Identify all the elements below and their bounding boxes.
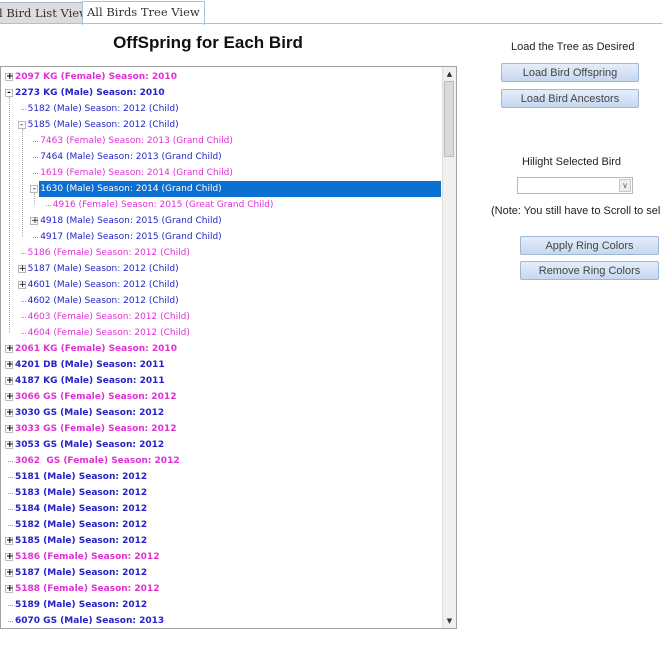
tree-connector-line [20,317,26,318]
tree-connector-line [8,621,13,622]
expand-plus-icon[interactable]: + [5,441,14,450]
tree-guide-line [9,97,10,333]
tree-connector-line [8,477,13,478]
scroll-up-arrow-icon[interactable]: ▲ [444,68,455,80]
tab-divider [0,23,662,24]
tree-node-label: 4916 (Female) Season: 2015 (Great Grand … [52,200,274,210]
load-bird-offspring-button[interactable]: Load Bird Offspring [501,63,639,82]
tree-node-label: 4201 DB (Male) Season: 2011 [15,360,165,370]
tree-node-label: 3030 GS (Male) Season: 2012 [15,408,165,418]
tree-connector-line [20,333,26,334]
tree-node-label: 7463 (Female) Season: 2013 (Grand Child) [40,136,233,146]
tree-connector-line [33,141,39,142]
tree-connector-line [8,509,13,510]
tree-node-label: 5184 (Male) Season: 2012 [15,504,148,514]
tree-node-label: 3033 GS (Female) Season: 2012 [15,424,177,434]
tree-node-label: 5183 (Male) Season: 2012 [15,488,148,498]
tree-node-label: 2097 KG (Female) Season: 2010 [15,72,177,82]
hilight-selected-bird-label: Hilight Selected Bird [522,156,622,168]
tree-node-label: 4187 KG (Male) Season: 2011 [15,376,165,386]
tree-node-label: 4917 (Male) Season: 2015 (Grand Child) [40,232,222,242]
tree-node-label: 7464 (Male) Season: 2013 (Grand Child) [40,152,222,162]
tree-node-label: 5186 (Female) Season: 2012 (Child) [27,248,190,258]
tree-connector-line [33,157,39,158]
tree-node-label: 6070 GS (Male) Season: 2013 [15,616,165,626]
tree-node-label: 4602 (Male) Season: 2012 (Child) [27,296,179,306]
expand-plus-icon[interactable]: + [17,281,26,290]
expand-plus-icon[interactable]: + [5,537,14,546]
load-tree-label: Load the Tree as Desired [511,41,635,53]
tree-node-label: 5182 (Male) Season: 2012 (Child) [27,104,179,114]
tree-node-label: 5187 (Male) Season: 2012 (Child) [27,264,179,274]
tab-all-birds-tree-view[interactable]: All Birds Tree View [82,1,205,25]
apply-ring-colors-button[interactable]: Apply Ring Colors [520,236,659,255]
expand-plus-icon[interactable]: + [5,393,14,402]
tree-node-label: 4603 (Female) Season: 2012 (Child) [27,312,190,322]
tree-connector-line [33,237,39,238]
expand-plus-icon[interactable]: + [5,361,14,370]
tree-connector-line [8,605,13,606]
expand-plus-icon[interactable]: + [5,345,14,354]
expand-plus-icon[interactable]: + [5,585,14,594]
collapse-minus-icon[interactable]: - [30,185,39,194]
tree-node-label: 2061 KG (Female) Season: 2010 [15,344,177,354]
scroll-note: (Note: You still have to Scroll to sel [491,205,661,217]
tree-guide-line [34,193,36,205]
tree-node-label: 5185 (Male) Season: 2012 [15,536,148,546]
expand-plus-icon[interactable]: + [17,265,26,274]
tree-node-label: 3053 GS (Male) Season: 2012 [15,440,165,450]
remove-ring-colors-button[interactable]: Remove Ring Colors [520,261,659,280]
tree-node-label: 4604 (Female) Season: 2012 (Child) [27,328,190,338]
expand-plus-icon[interactable]: + [5,569,14,578]
scroll-thumb[interactable] [444,81,454,157]
tree-node-label: 4601 (Male) Season: 2012 (Child) [27,280,179,290]
page-title: OffSpring for Each Bird [113,33,303,52]
tab-all-bird-list-view[interactable]: l Bird List View [0,2,89,23]
collapse-minus-icon[interactable]: - [5,89,13,98]
collapse-minus-icon[interactable]: - [17,121,26,130]
scroll-down-arrow-icon[interactable]: ▼ [444,615,455,627]
tree-connector-line [20,253,26,254]
tree-node-label: 5186 (Female) Season: 2012 [15,552,160,562]
tree-node-label: 5187 (Male) Season: 2012 [15,568,148,578]
tree-node-label: 5189 (Male) Season: 2012 [15,600,148,610]
tree-node-label: 5188 (Female) Season: 2012 [15,584,160,594]
tree-connector-line [20,109,26,110]
tree-node-label: 1630 (Male) Season: 2014 (Grand Child) [39,181,441,197]
tree-guide-line [21,129,23,237]
tree-connector-line [20,301,26,302]
tab-bar: l Bird List View All Birds Tree View [0,0,662,25]
expand-plus-icon[interactable]: + [5,553,14,562]
tree-node-label: 5185 (Male) Season: 2012 (Child) [27,120,179,130]
tree-node-label: 5181 (Male) Season: 2012 [15,472,148,482]
expand-plus-icon[interactable]: + [5,425,14,434]
chevron-down-icon[interactable]: ∨ [619,179,631,192]
hilight-bird-combobox[interactable]: ∨ [517,177,633,194]
expand-plus-icon[interactable]: + [5,73,14,82]
tree-node-label: 2273 KG (Male) Season: 2010 [15,88,165,98]
tree-node-label: 3062 GS (Female) Season: 2012 [15,456,180,466]
tree-node-label: 3066 GS (Female) Season: 2012 [15,392,177,402]
expand-plus-icon[interactable]: + [5,409,14,418]
expand-plus-icon[interactable]: + [30,217,39,226]
tree-connector-line [8,493,13,494]
tree-node-label: 1619 (Female) Season: 2014 (Grand Child) [40,168,233,178]
tree-connector-line [45,205,51,206]
expand-plus-icon[interactable]: + [5,377,14,386]
load-bird-ancestors-button[interactable]: Load Bird Ancestors [501,89,639,108]
tree-connector-line [8,525,13,526]
vertical-scrollbar[interactable]: ▲ ▼ [442,67,456,628]
bird-tree-view[interactable]: +2097 KG (Female) Season: 2010-2273 KG (… [0,66,457,629]
tree-connector-line [8,461,13,462]
tree-node-label: 5182 (Male) Season: 2012 [15,520,148,530]
tree-node-label: 4918 (Male) Season: 2015 (Grand Child) [40,216,222,226]
tree-connector-line [33,173,39,174]
